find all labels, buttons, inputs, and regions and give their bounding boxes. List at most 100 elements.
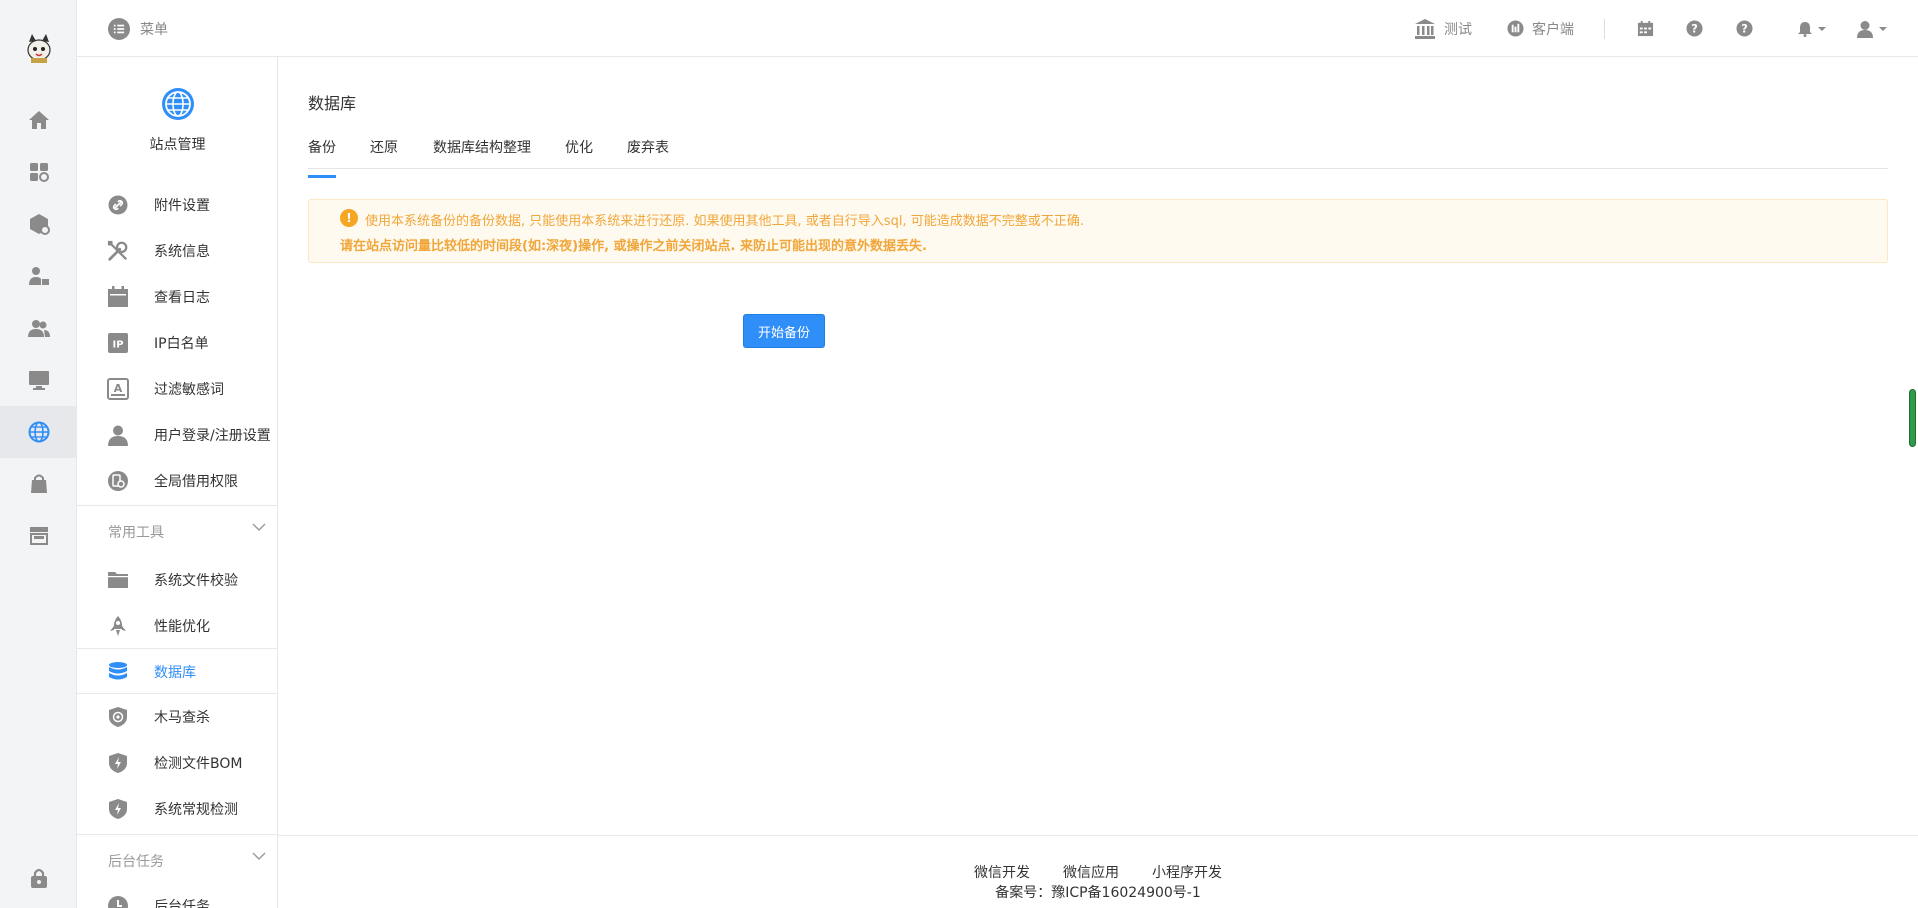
alert-line-2: 请在站点访问量比较低的时间段(如:深夜)操作, 或操作之前关闭站点. 来防止可能… xyxy=(340,239,927,254)
main-content: 数据库 备份 还原 数据库结构整理 优化 废弃表 ! 使用本系统备份的备份数据,… xyxy=(278,57,1918,908)
help-icon: ? xyxy=(1736,20,1753,37)
svg-text:A: A xyxy=(114,382,123,395)
sidebar-item-trojan-scan[interactable]: 木马查杀 xyxy=(77,694,278,740)
tab-label: 备份 xyxy=(308,140,336,156)
test-link[interactable]: 测试 xyxy=(1414,18,1472,40)
calendar-icon xyxy=(107,286,129,308)
sidebar-item-login-register[interactable]: 用户登录/注册设置 xyxy=(77,412,278,458)
group-background-tasks[interactable]: 后台任务 xyxy=(77,834,278,884)
user-dropdown[interactable] xyxy=(1856,20,1887,38)
footer-link[interactable]: 微信开发 xyxy=(974,862,1030,882)
rail-home[interactable] xyxy=(0,94,77,146)
site-management-title: 站点管理 xyxy=(149,137,206,153)
page-title: 数据库 xyxy=(308,94,357,113)
chevron-down-icon xyxy=(252,852,266,860)
sidebar-item-routine-check[interactable]: 系统常规检测 xyxy=(77,786,278,832)
box-settings-icon xyxy=(29,214,50,235)
rail-store[interactable] xyxy=(0,510,77,562)
footer-link[interactable]: 小程序开发 xyxy=(1152,862,1222,882)
icon-rail xyxy=(0,0,77,908)
sidebar-item-bom-check[interactable]: 检测文件BOM xyxy=(77,740,278,786)
warning-alert: ! 使用本系统备份的备份数据, 只能使用本系统来进行还原. 如果使用其他工具, … xyxy=(308,199,1888,263)
secondary-sidebar: 站点管理 附件设置 系统信息 查看日志 IP IP白名单 A 过滤敏感词 用户登… xyxy=(77,57,278,908)
client-link[interactable]: 客户端 xyxy=(1507,19,1574,39)
test-label: 测试 xyxy=(1444,21,1472,38)
group-label: 后台任务 xyxy=(108,854,164,870)
sidebar-item-label: 系统常规检测 xyxy=(154,802,238,818)
tab-deprecated-tables[interactable]: 废弃表 xyxy=(627,137,669,157)
tab-label: 数据库结构整理 xyxy=(433,140,531,156)
global-permission-icon xyxy=(107,470,129,492)
sidebar-item-label: 数据库 xyxy=(154,665,196,681)
notifications-dropdown[interactable] xyxy=(1797,21,1826,37)
globe-icon xyxy=(28,421,49,443)
top-bar: 菜单 测试 客户端 ? ? xyxy=(77,0,1918,57)
menu-toggle[interactable]: 菜单 xyxy=(108,18,168,40)
menu-list-icon xyxy=(108,18,130,40)
bank-icon xyxy=(1415,18,1435,39)
sidebar-item-attachment[interactable]: 附件设置 xyxy=(77,182,278,228)
svg-text:?: ? xyxy=(1691,21,1698,35)
client-icon xyxy=(1507,20,1524,37)
logo-icon[interactable] xyxy=(19,28,59,68)
icp-record: 备案号：豫ICP备16024900号-1 xyxy=(995,885,1201,901)
active-tab-indicator xyxy=(308,175,336,178)
sidebar-item-label: 后台任务 xyxy=(154,899,210,908)
footer-link[interactable]: 微信应用 xyxy=(1063,862,1119,882)
caret-down-icon xyxy=(1879,26,1887,31)
chevron-down-icon xyxy=(252,523,266,531)
tab-optimize[interactable]: 优化 xyxy=(565,137,593,157)
calendar-button[interactable] xyxy=(1637,20,1654,37)
rail-lock[interactable] xyxy=(0,852,77,904)
globe-icon xyxy=(162,88,194,120)
rail-user-lock[interactable] xyxy=(0,250,77,302)
monitor-icon xyxy=(28,371,49,390)
site-management-header: 站点管理 xyxy=(77,57,278,182)
shield-bolt-icon xyxy=(107,798,129,820)
help-button-2[interactable]: ? xyxy=(1736,20,1753,37)
user-icon xyxy=(107,424,129,446)
apps-settings-icon xyxy=(29,163,49,182)
tab-structure[interactable]: 数据库结构整理 xyxy=(433,137,531,157)
tab-restore[interactable]: 还原 xyxy=(370,137,398,157)
rail-apps[interactable] xyxy=(0,146,77,198)
sidebar-item-database[interactable]: 数据库 xyxy=(77,648,278,694)
footer-links: 微信开发 微信应用 小程序开发 xyxy=(278,862,1918,882)
rail-modules[interactable] xyxy=(0,198,77,250)
sidebar-item-label: 木马查杀 xyxy=(154,710,210,726)
shield-bolt-icon xyxy=(107,752,129,774)
bag-icon xyxy=(30,474,47,493)
sidebar-item-system-info[interactable]: 系统信息 xyxy=(77,228,278,274)
group-common-tools[interactable]: 常用工具 xyxy=(77,505,278,555)
scrollbar-thumb[interactable] xyxy=(1909,389,1916,447)
clock-icon xyxy=(107,895,129,908)
sidebar-item-background-task[interactable]: 后台任务 xyxy=(77,883,278,908)
rocket-icon xyxy=(107,615,129,637)
tab-label: 废弃表 xyxy=(627,140,669,156)
client-label: 客户端 xyxy=(1532,21,1574,38)
group-label: 常用工具 xyxy=(108,525,164,541)
database-icon xyxy=(107,661,129,683)
sidebar-item-label: 全局借用权限 xyxy=(154,474,238,490)
rail-shop[interactable] xyxy=(0,458,77,510)
user-lock-icon xyxy=(28,267,49,285)
rail-users[interactable] xyxy=(0,302,77,354)
tab-backup[interactable]: 备份 xyxy=(308,137,336,178)
sidebar-item-label: 附件设置 xyxy=(154,198,210,214)
alert-line-1: 使用本系统备份的备份数据, 只能使用本系统来进行还原. 如果使用其他工具, 或者… xyxy=(365,214,1084,229)
toolbar-divider xyxy=(1604,18,1605,39)
sidebar-item-sensitive-words[interactable]: A 过滤敏感词 xyxy=(77,366,278,412)
bell-icon xyxy=(1798,21,1812,37)
sidebar-item-global-permission[interactable]: 全局借用权限 xyxy=(77,458,278,504)
rail-monitor[interactable] xyxy=(0,354,77,406)
sidebar-item-performance[interactable]: 性能优化 xyxy=(77,603,278,649)
sidebar-item-logs[interactable]: 查看日志 xyxy=(77,274,278,320)
sidebar-item-ip-whitelist[interactable]: IP IP白名单 xyxy=(77,320,278,366)
start-backup-button[interactable]: 开始备份 xyxy=(743,314,825,348)
footer: 微信开发 微信应用 小程序开发 备案号：豫ICP备16024900号-1 xyxy=(278,835,1918,908)
calendar-icon xyxy=(1637,20,1654,37)
rail-site[interactable] xyxy=(0,406,77,458)
sidebar-item-file-check[interactable]: 系统文件校验 xyxy=(77,557,278,603)
help-button-1[interactable]: ? xyxy=(1686,20,1703,37)
sidebar-item-label: 性能优化 xyxy=(154,619,210,635)
